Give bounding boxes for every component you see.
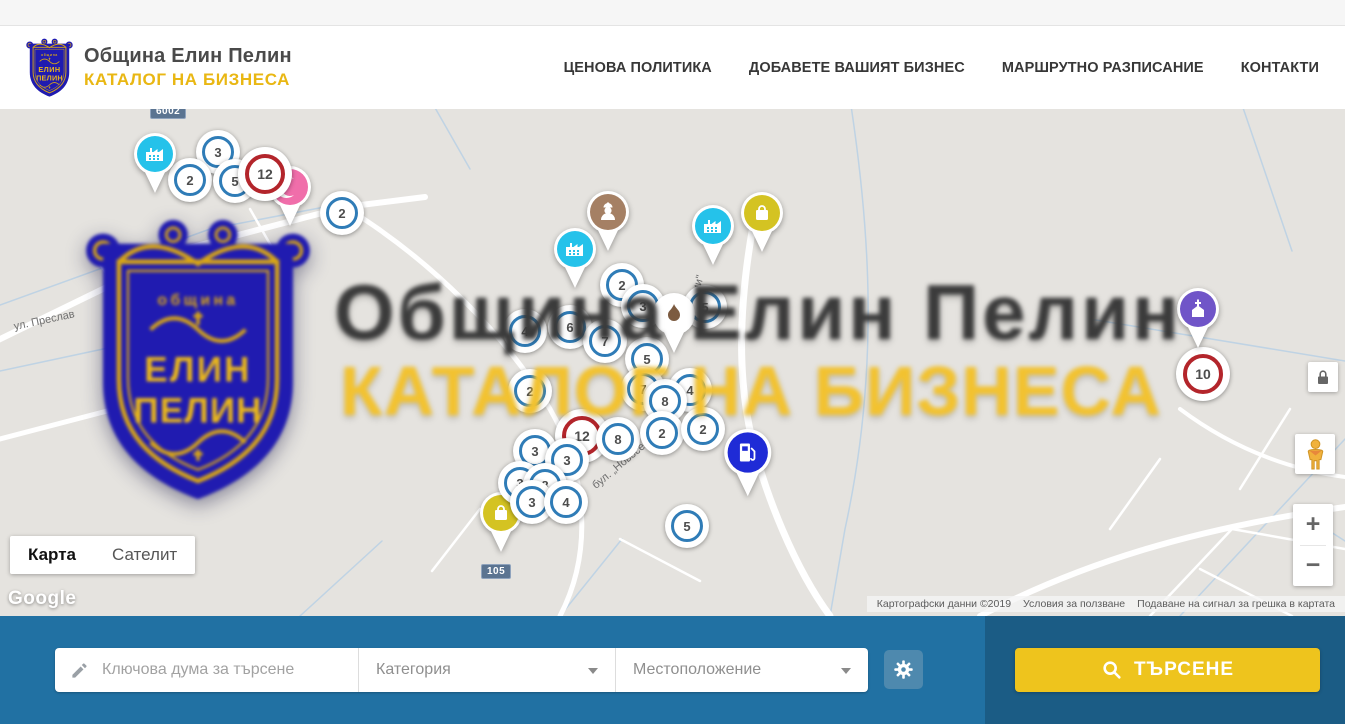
pegman-icon	[1304, 439, 1327, 470]
fuel-pin-marker[interactable]	[722, 429, 774, 498]
category-select-label: Категория	[376, 661, 451, 679]
google-logo[interactable]: Google	[8, 588, 76, 610]
nav-item-add-business[interactable]: ДОБАВЕТЕ ВАШИЯТ БИЗНЕС	[749, 60, 965, 76]
lock-icon	[1316, 369, 1330, 386]
search-icon	[1101, 659, 1123, 681]
search-bar: Категория Местоположение	[0, 616, 1345, 724]
flame-icon	[651, 293, 697, 355]
factory-pin-marker[interactable]	[690, 205, 736, 267]
cluster-marker[interactable]: 2	[508, 369, 552, 413]
cluster-marker[interactable]: 4	[503, 309, 547, 353]
factory-icon	[132, 133, 178, 195]
map-type-map-button[interactable]: Карта	[10, 536, 94, 574]
search-button[interactable]: ТЪРСЕНЕ	[1015, 648, 1320, 692]
cluster-marker[interactable]: 2	[320, 191, 364, 235]
cluster-marker[interactable]: 2	[640, 411, 684, 455]
nav-item-route-schedule[interactable]: МАРШРУТНО РАЗПИСАНИЕ	[1002, 60, 1204, 76]
factory-pin-marker[interactable]	[132, 133, 178, 195]
church-pin-marker[interactable]	[1175, 288, 1221, 350]
keyword-input[interactable]	[100, 660, 343, 680]
cluster-marker[interactable]: 12	[238, 147, 292, 201]
brand-title: Община Елин Пелин	[84, 45, 292, 68]
brand-subtitle: КАТАЛОГ НА БИЗНЕСА	[84, 70, 292, 90]
zoom-in-button[interactable]: +	[1293, 504, 1333, 545]
road-badge: 6002	[150, 109, 186, 119]
report-error-link[interactable]: Подаване на сигнал за грешка в картата	[1131, 598, 1341, 610]
zoom-out-button[interactable]: −	[1293, 546, 1333, 587]
pegman-button[interactable]	[1295, 434, 1335, 474]
map-type-satellite-button[interactable]: Сателит	[94, 536, 195, 574]
shopping-bag-icon	[739, 192, 785, 254]
map-type-control: Карта Сателит	[10, 536, 195, 574]
cluster-marker[interactable]: 2	[681, 407, 725, 451]
map-attribution: Картографски данни ©2019 Условия за полз…	[867, 596, 1345, 612]
cluster-marker[interactable]: 8	[596, 417, 640, 461]
terms-link[interactable]: Условия за ползване	[1017, 598, 1131, 610]
location-select-label: Местоположение	[633, 661, 761, 679]
location-select[interactable]: Местоположение	[615, 648, 868, 692]
window-top-strip	[0, 0, 1345, 26]
site-header: Община Елин Пелин КАТАЛОГ НА БИЗНЕСА ЦЕН…	[0, 26, 1345, 109]
nav-item-pricing[interactable]: ЦЕНОВА ПОЛИТИКА	[564, 60, 712, 76]
cluster-marker[interactable]: 10	[1176, 347, 1230, 401]
brand-logo[interactable]: Община Елин Пелин КАТАЛОГ НА БИЗНЕСА	[26, 37, 292, 98]
chevron-down-icon	[841, 668, 851, 679]
map-copyright: Картографски данни ©2019	[871, 598, 1017, 610]
lock-button[interactable]	[1308, 362, 1338, 392]
cluster-marker[interactable]: 4	[544, 480, 588, 524]
pencil-icon	[70, 661, 89, 680]
flame-pin-marker[interactable]	[651, 293, 697, 355]
main-nav: ЦЕНОВА ПОЛИТИКА ДОБАВЕТЕ ВАШИЯТ БИЗНЕС М…	[564, 60, 1319, 76]
map-canvas[interactable]: 6002105ул. Преславбул. „Новоселции"32512…	[0, 109, 1345, 616]
road-badge: 105	[481, 564, 511, 579]
factory-pin-marker[interactable]	[552, 228, 598, 290]
advanced-search-button[interactable]	[884, 650, 923, 689]
search-fields: Категория Местоположение	[55, 648, 868, 692]
nav-item-contacts[interactable]: КОНТАКТИ	[1241, 60, 1319, 76]
gear-icon	[893, 659, 914, 680]
church-icon	[1175, 288, 1221, 350]
municipality-crest-icon	[26, 37, 73, 98]
fuel-icon	[722, 429, 774, 498]
keyword-field[interactable]	[55, 648, 358, 692]
cluster-marker[interactable]: 5	[665, 504, 709, 548]
brand-text: Община Елин Пелин КАТАЛОГ НА БИЗНЕСА	[84, 45, 292, 90]
shopping-bag-pin-marker[interactable]	[739, 192, 785, 254]
search-button-label: ТЪРСЕНЕ	[1134, 659, 1234, 681]
category-select[interactable]: Категория	[358, 648, 615, 692]
cluster-marker[interactable]: 7	[583, 319, 627, 363]
factory-icon	[690, 205, 736, 267]
chevron-down-icon	[588, 668, 598, 679]
factory-icon	[552, 228, 598, 290]
zoom-control: + −	[1293, 504, 1333, 586]
